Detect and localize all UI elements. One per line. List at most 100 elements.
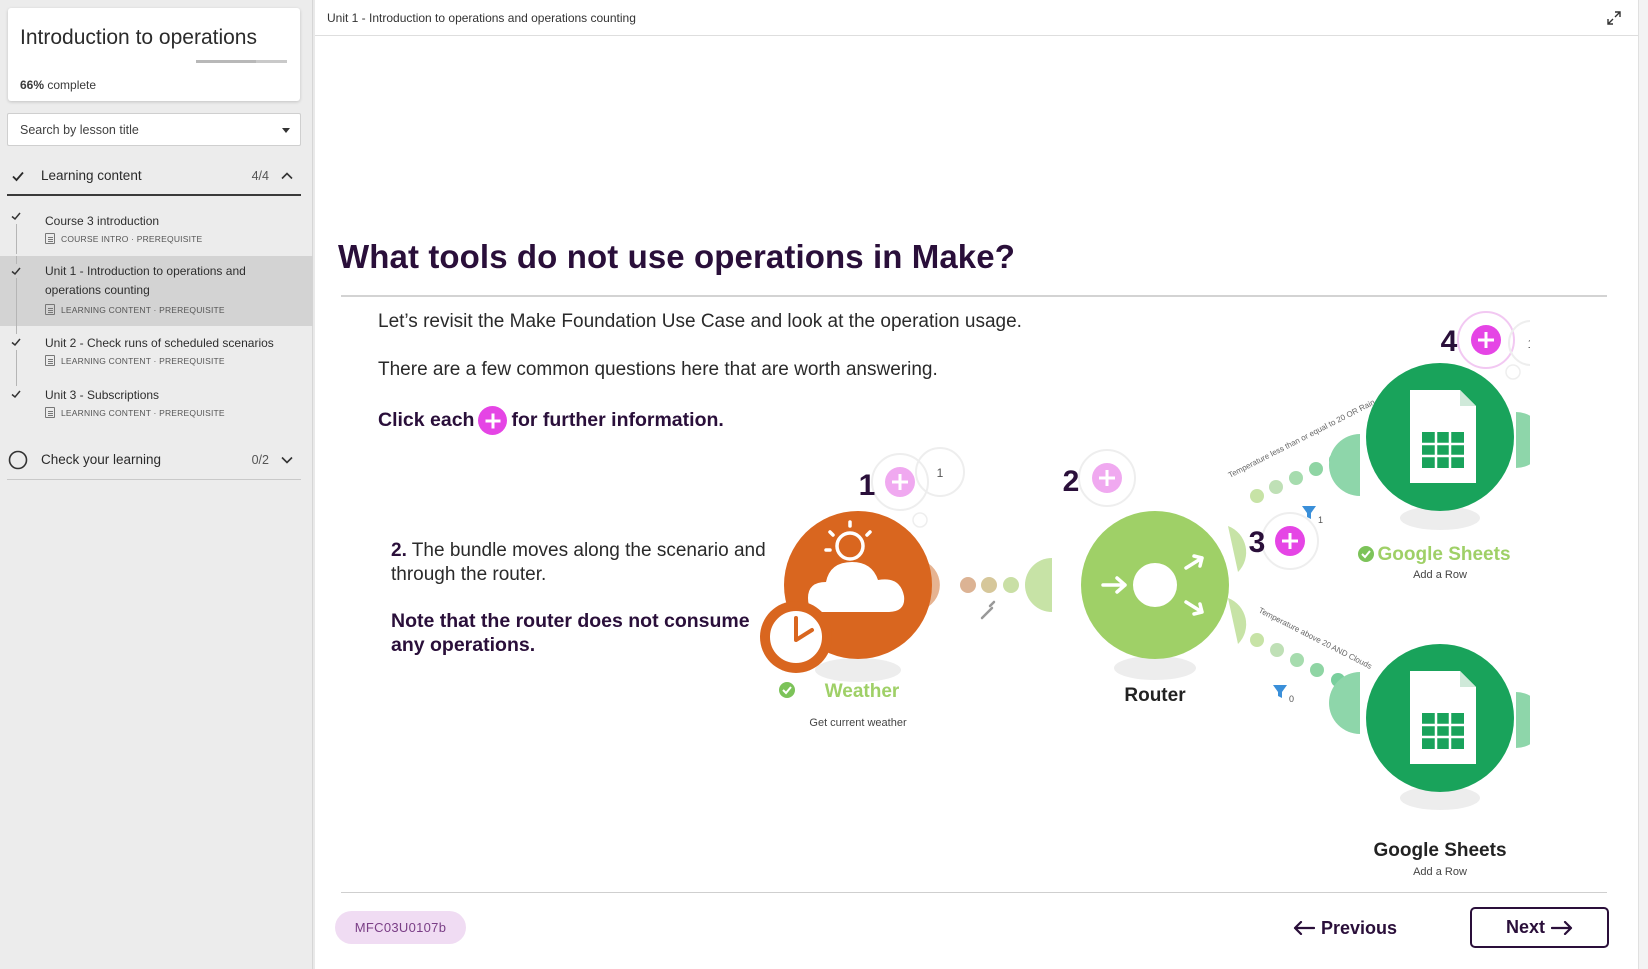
lesson-title: Unit 2 - Check runs of scheduled scenari… bbox=[45, 336, 274, 350]
progress-percent: 66% bbox=[20, 78, 45, 92]
section-label: Learning content bbox=[41, 168, 142, 183]
next-label: Next bbox=[1505, 917, 1545, 937]
lesson-heading: What tools do not use operations in Make… bbox=[338, 238, 1015, 275]
caret-down-icon bbox=[282, 128, 290, 133]
breadcrumb: Unit 1 - Introduction to operations and … bbox=[327, 11, 636, 25]
operation-count: 1 bbox=[937, 466, 944, 480]
chevron-down-icon[interactable] bbox=[280, 453, 294, 467]
section-check-your-learning[interactable]: Check your learning 0/2 bbox=[7, 440, 301, 480]
marker-number: 4 bbox=[1441, 325, 1458, 358]
step-number: 2. bbox=[391, 540, 407, 561]
check-icon bbox=[11, 267, 21, 276]
document-icon bbox=[45, 304, 55, 315]
previous-label: Previous bbox=[1320, 917, 1398, 938]
sheets-module-name: Google Sheets bbox=[1377, 544, 1510, 565]
lesson-content-pane: Unit 1 - Introduction to operations and … bbox=[315, 0, 1638, 969]
lesson-meta-text: LEARNING CONTENT · PREREQUISITE bbox=[61, 407, 225, 418]
sheets-module-name: Google Sheets bbox=[1373, 840, 1506, 861]
lesson-code-badge: MFC03U0107b bbox=[335, 911, 466, 944]
lesson-meta-text: COURSE INTRO · PREREQUISITE bbox=[61, 233, 203, 244]
lesson-item-unit-1[interactable]: Unit 1 - Introduction to operations and … bbox=[0, 256, 313, 326]
step-description: 2. The bundle moves along the scenario a… bbox=[391, 539, 771, 587]
lesson-item-course-intro[interactable]: Course 3 introduction COURSE INTRO · PRE… bbox=[0, 206, 313, 254]
filter-label: Temperature above 20 AND Clouds bbox=[1257, 606, 1373, 671]
section-count: 4/4 bbox=[251, 169, 269, 183]
lesson-topbar: Unit 1 - Introduction to operations and … bbox=[315, 0, 1638, 36]
lesson-item-unit-2[interactable]: Unit 2 - Check runs of scheduled scenari… bbox=[0, 326, 313, 378]
router-module: Router bbox=[1025, 511, 1247, 706]
expand-icon[interactable] bbox=[1606, 10, 1622, 26]
timeline-line bbox=[16, 326, 17, 334]
weather-module: Weather Get current weather bbox=[760, 511, 940, 729]
lesson-title: Course 3 introduction bbox=[45, 214, 160, 228]
router-module-name: Router bbox=[1124, 685, 1186, 706]
course-progress-text: 66% complete bbox=[20, 78, 96, 92]
scrollbar[interactable] bbox=[1638, 0, 1648, 969]
google-sheets-module-top: Google Sheets Add a Row bbox=[1329, 363, 1530, 581]
next-button[interactable]: Next bbox=[1470, 907, 1609, 948]
router-note: Note that the router does not consume an… bbox=[391, 610, 750, 656]
lesson-meta-text: LEARNING CONTENT · PREREQUISITE bbox=[61, 304, 225, 315]
chevron-up-icon[interactable] bbox=[280, 169, 294, 183]
divider bbox=[341, 295, 1607, 297]
check-icon bbox=[11, 338, 21, 347]
lesson-title: Unit 1 - Introduction to operations and … bbox=[45, 264, 246, 297]
timeline-line bbox=[16, 224, 17, 254]
instruction-after: for further information. bbox=[511, 409, 724, 431]
previous-button[interactable]: Previous bbox=[1270, 908, 1420, 948]
divider bbox=[341, 892, 1607, 893]
lesson-meta: LEARNING CONTENT · PREREQUISITE bbox=[45, 407, 225, 418]
lesson-item-unit-3[interactable]: Unit 3 - Subscriptions LEARNING CONTENT … bbox=[0, 378, 313, 428]
marker-number: 3 bbox=[1249, 526, 1266, 559]
lesson-title: Unit 3 - Subscriptions bbox=[45, 388, 160, 402]
weather-module-name: Weather bbox=[825, 681, 900, 702]
lesson-meta: LEARNING CONTENT · PREREQUISITE bbox=[45, 304, 225, 315]
arrow-left-icon bbox=[1293, 921, 1315, 935]
timeline-line bbox=[16, 350, 17, 378]
info-marker-2[interactable]: 2 bbox=[1063, 449, 1136, 507]
lesson-search-select[interactable]: Search by lesson title bbox=[7, 113, 301, 146]
marker-number: 2 bbox=[1063, 465, 1080, 498]
sheets-module-action: Add a Row bbox=[1413, 866, 1467, 878]
lesson-meta: COURSE INTRO · PREREQUISITE bbox=[45, 233, 202, 244]
filter-icon bbox=[1273, 685, 1287, 698]
lesson-meta: LEARNING CONTENT · PREREQUISITE bbox=[45, 355, 225, 366]
connection-dots bbox=[960, 577, 1019, 620]
document-icon bbox=[45, 233, 55, 244]
lesson-meta-text: LEARNING CONTENT · PREREQUISITE bbox=[61, 355, 225, 366]
sheets-module-action: Add a Row bbox=[1413, 569, 1467, 581]
plus-icon bbox=[478, 406, 508, 435]
document-icon bbox=[45, 355, 55, 366]
timeline-line bbox=[16, 256, 17, 264]
lesson-sidebar: Introduction to operations 66% complete … bbox=[0, 0, 313, 969]
scenario-diagram: Weather Get current weather 1 1 Router 2… bbox=[760, 311, 1530, 878]
google-sheets-module-bottom: Google Sheets Add a Row bbox=[1329, 644, 1530, 878]
course-progress-fill bbox=[196, 60, 257, 63]
circle-outline-icon bbox=[8, 450, 28, 470]
course-title: Introduction to operations bbox=[20, 26, 257, 49]
progress-suffix: complete bbox=[47, 78, 97, 92]
intro-instruction: Click each for further information. bbox=[378, 406, 724, 435]
filter-count: 0 bbox=[1289, 694, 1294, 704]
search-placeholder: Search by lesson title bbox=[20, 123, 139, 137]
check-icon bbox=[12, 171, 24, 182]
check-icon bbox=[11, 390, 21, 399]
section-learning-content[interactable]: Learning content 4/4 bbox=[7, 156, 301, 196]
operation-count: 1 bbox=[1528, 337, 1530, 351]
section-label: Check your learning bbox=[41, 452, 162, 467]
instruction-before: Click each bbox=[378, 409, 475, 431]
weather-module-action: Get current weather bbox=[809, 717, 907, 729]
info-marker-3[interactable]: 3 bbox=[1249, 512, 1319, 570]
timeline-line bbox=[16, 378, 17, 386]
timeline-line bbox=[16, 278, 17, 326]
course-progress-bar bbox=[196, 60, 287, 63]
arrow-right-icon bbox=[1551, 920, 1573, 935]
marker-number: 1 bbox=[859, 469, 876, 502]
section-count: 0/2 bbox=[251, 453, 269, 467]
document-icon bbox=[45, 407, 55, 418]
check-icon bbox=[11, 212, 21, 221]
filter-count: 1 bbox=[1318, 515, 1323, 525]
wrench-icon bbox=[980, 600, 996, 620]
course-summary-card: Introduction to operations 66% complete bbox=[8, 8, 300, 101]
step-text: The bundle moves along the scenario and … bbox=[391, 540, 766, 585]
